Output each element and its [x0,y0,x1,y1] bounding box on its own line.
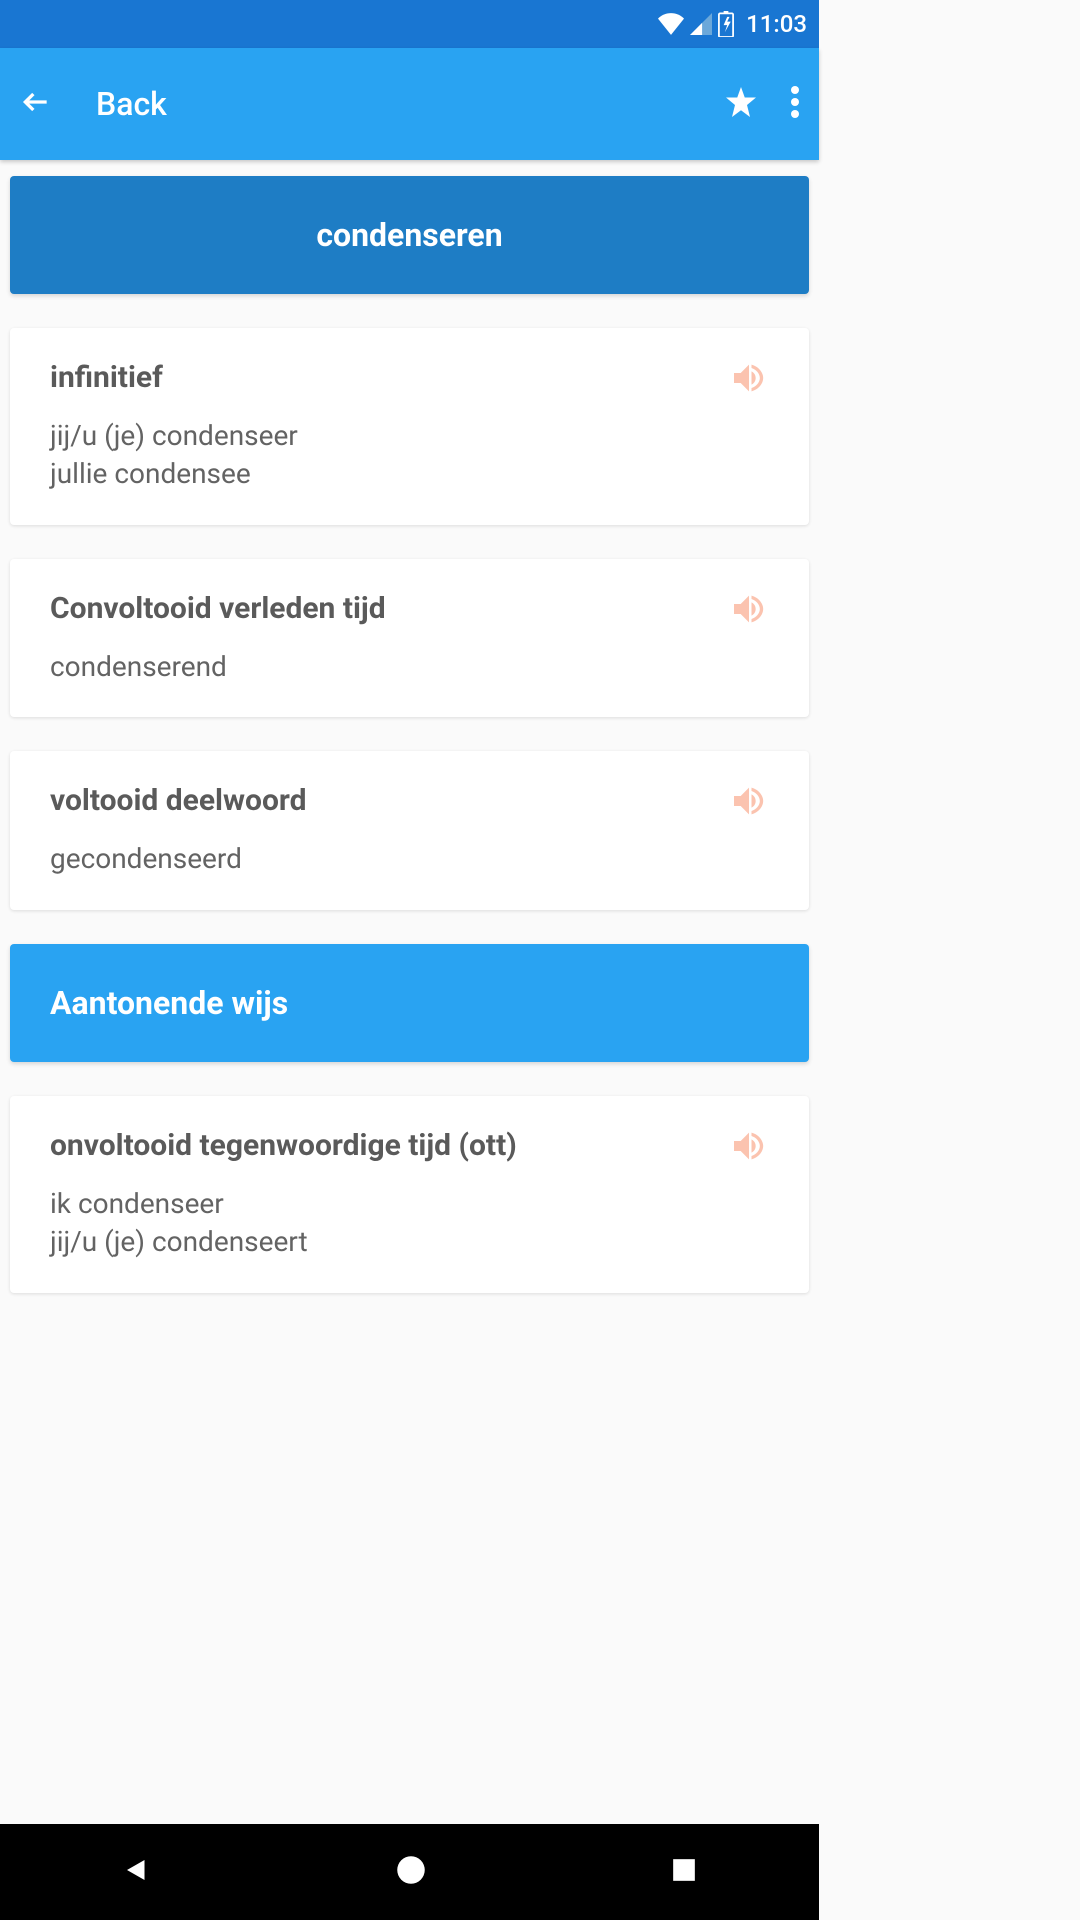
card-title: onvoltooid tegenwoordige tijd (ott) [50,1128,769,1163]
speaker-icon[interactable] [729,358,769,402]
card-title: voltooid deelwoord [50,783,769,818]
star-icon[interactable] [723,84,759,124]
content-area: condenseren infinitief jij/u (je) conden… [0,160,819,1343]
status-bar: 11:03 [0,0,819,48]
card-body: gecondenseerd [50,840,769,878]
nav-recent-icon[interactable] [671,1857,697,1887]
section-header-text: Aantonende wijs [50,984,769,1022]
toolbar: Back [0,48,819,160]
back-arrow-icon[interactable] [20,86,52,122]
status-time: 11:03 [746,10,807,38]
word-header-card[interactable]: condenseren [10,176,809,294]
conjugation-card: infinitief jij/u (je) condenseer jullie … [10,328,809,525]
speaker-icon[interactable] [729,589,769,633]
signal-icon [690,13,712,35]
speaker-icon[interactable] [729,781,769,825]
conjugation-card: onvoltooid tegenwoordige tijd (ott) ik c… [10,1096,809,1293]
conjugation-card: voltooid deelwoord gecondenseerd [10,751,809,910]
card-title: infinitief [50,360,769,395]
conjugation-card: Convoltooid verleden tijd condenserend [10,559,809,718]
word-header-text: condenseren [30,216,789,254]
card-body: condenserend [50,648,769,686]
section-header-card[interactable]: Aantonende wijs [10,944,809,1062]
speaker-icon[interactable] [729,1126,769,1170]
system-nav-bar [0,1824,819,1920]
battery-charging-icon [718,11,734,37]
card-body: ik condenseer jij/u (je) condenseert [50,1185,769,1261]
nav-home-icon[interactable] [396,1855,426,1889]
more-vert-icon[interactable] [791,86,799,122]
nav-back-icon[interactable] [122,1855,152,1889]
toolbar-title: Back [96,85,691,123]
card-body: jij/u (je) condenseer jullie condensee [50,417,769,493]
card-title: Convoltooid verleden tijd [50,591,769,626]
wifi-icon [658,13,684,35]
